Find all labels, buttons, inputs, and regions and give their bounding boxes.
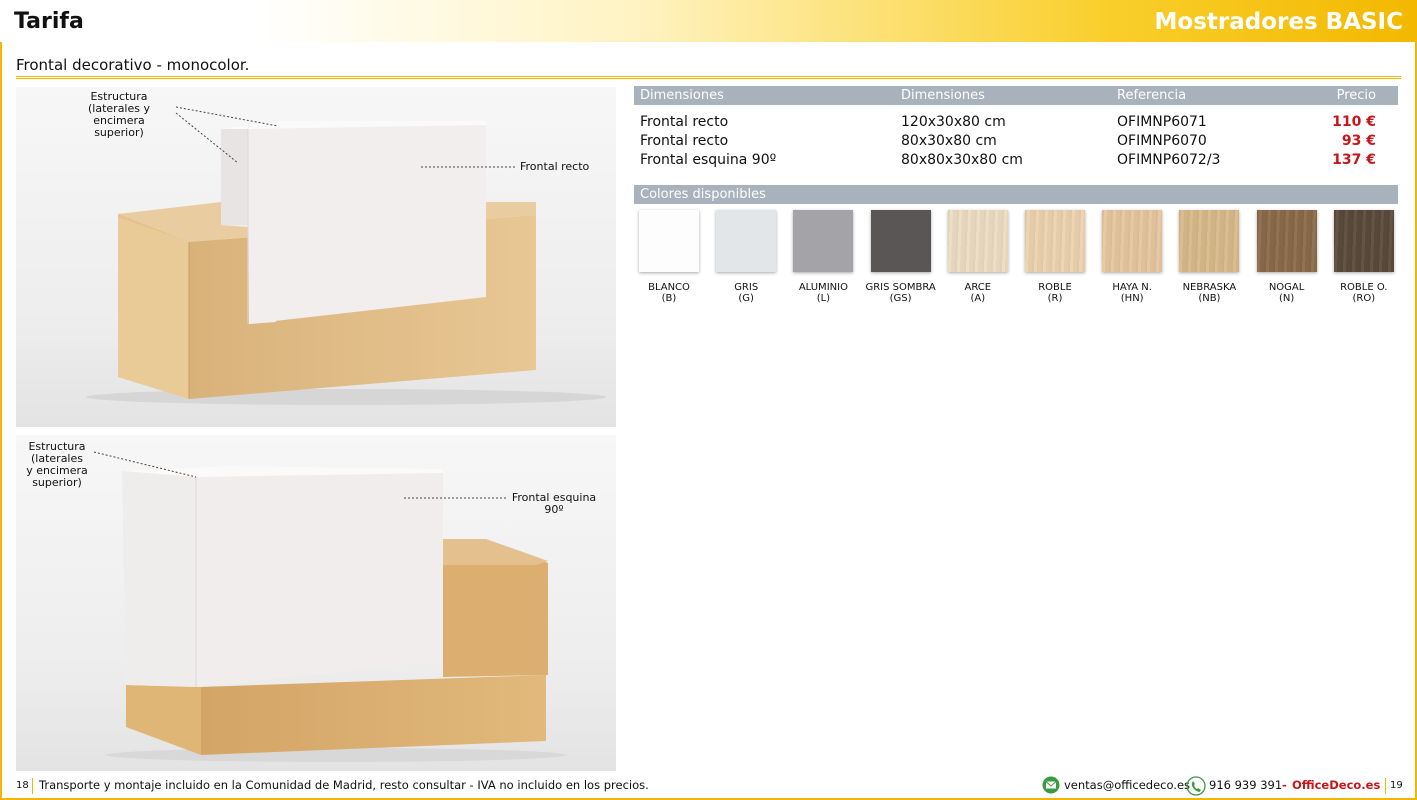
color-label: ARCE (A) [938, 282, 1018, 304]
column-header: Referencia [1117, 88, 1187, 103]
callout-line: 90º [544, 503, 564, 516]
phone-number[interactable]: 916 939 391 [1209, 778, 1282, 792]
product-photo-corner: Estructura (laterales y encimera superio… [16, 435, 616, 771]
table-row: Frontal esquina 90º 80x80x30x80 cm OFIMN… [634, 151, 1398, 170]
row-dimensions: 80x80x30x80 cm [901, 152, 1023, 168]
color-code: (HN) [1120, 293, 1144, 304]
color-label: GRIS (G) [706, 282, 786, 304]
row-price: 137 € [1332, 152, 1376, 168]
color-label: NEBRASKA (NB) [1169, 282, 1249, 304]
table-row: Frontal recto 80x30x80 cm OFIMNP6070 93 … [634, 132, 1398, 151]
row-reference: OFIMNP6070 [1117, 133, 1207, 149]
color-code: (NB) [1198, 293, 1221, 304]
column-header: Dimensiones [901, 88, 985, 103]
color-name: NEBRASKA [1182, 282, 1237, 293]
page-title: Tarifa [14, 9, 84, 34]
color-swatch [1333, 210, 1394, 272]
footer-dash: - [1282, 778, 1287, 792]
color-name: ALUMINIO [798, 282, 848, 293]
color-name: GRIS [734, 282, 759, 293]
color-label: ALUMINIO (L) [783, 282, 863, 304]
row-name: Frontal recto [640, 114, 729, 130]
footer-divider [1385, 778, 1386, 794]
colors-title: Colores disponibles [634, 185, 1398, 204]
row-reference: OFIMNP6072/3 [1117, 152, 1221, 168]
email-link[interactable]: ventas@officedeco.es [1064, 778, 1190, 792]
color-name: ROBLE O. [1340, 282, 1388, 293]
subtitle-divider [16, 76, 1401, 79]
color-name: ARCE [964, 282, 992, 293]
footer: 18 Transporte y montaje incluido en la C… [0, 774, 1417, 800]
color-label: BLANCO (B) [629, 282, 709, 304]
subtitle: Frontal decorativo - monocolor. [16, 56, 250, 74]
color-code: (GS) [889, 293, 912, 304]
color-code: (G) [738, 293, 754, 304]
header-bar: Tarifa Mostradores BASIC [0, 0, 1417, 42]
footer-note: Transporte y montaje incluido en la Comu… [39, 778, 649, 792]
color-label: HAYA N. (HN) [1092, 282, 1172, 304]
color-swatch [1025, 210, 1085, 272]
color-swatch [1256, 210, 1317, 272]
color-swatch [716, 210, 777, 272]
color-label: GRIS SOMBRA (GS) [861, 282, 941, 304]
color-label: ROBLE (R) [1015, 282, 1095, 304]
callout-leaders [93, 451, 508, 499]
column-header: Precio [1336, 88, 1376, 103]
color-swatch [947, 210, 1008, 272]
color-code: (L) [816, 293, 831, 304]
email-icon [1042, 776, 1060, 794]
brand-link[interactable]: OfficeDeco.es [1292, 778, 1380, 792]
row-dimensions: 80x30x80 cm [901, 133, 997, 149]
color-name: NOGAL [1268, 282, 1305, 293]
color-code: (A) [970, 293, 986, 304]
phone-icon [1186, 776, 1206, 796]
product-photo-straight: Estructura (laterales y encimera superio… [16, 87, 616, 427]
table-row: Frontal recto 120x30x80 cm OFIMNP6071 11… [634, 113, 1398, 132]
column-header: Dimensiones [640, 88, 724, 103]
row-price: 110 € [1332, 114, 1376, 130]
page-number-right: 19 [1390, 780, 1403, 791]
row-name: Frontal esquina 90º [640, 152, 777, 168]
callout-front: Frontal recto [520, 160, 590, 173]
color-swatch [870, 210, 931, 272]
row-reference: OFIMNP6071 [1117, 114, 1207, 130]
color-name: ROBLE [1038, 282, 1072, 293]
color-code: (RO) [1352, 293, 1376, 304]
row-dimensions: 120x30x80 cm [901, 114, 1006, 130]
color-swatch [1179, 210, 1240, 272]
color-name: BLANCO [648, 282, 690, 293]
color-label: NOGAL (N) [1247, 282, 1327, 304]
table-header: Dimensiones Dimensiones Referencia Preci… [634, 86, 1398, 105]
color-label: ROBLE O. (RO) [1324, 282, 1404, 304]
price-table: Dimensiones Dimensiones Referencia Preci… [634, 86, 1398, 170]
section-title: Mostradores BASIC [1154, 9, 1403, 35]
page-number-left: 18 [16, 780, 29, 791]
color-swatch [1102, 210, 1163, 272]
footer-divider [32, 778, 33, 794]
color-name: GRIS SOMBRA [865, 282, 936, 293]
color-name: HAYA N. [1112, 282, 1152, 293]
callout-leaders [175, 106, 516, 168]
color-code: (N) [1278, 293, 1295, 304]
callout-front: Frontal esquina 90º [510, 492, 598, 516]
row-name: Frontal recto [640, 133, 729, 149]
color-code: (B) [661, 293, 677, 304]
row-price: 93 € [1341, 133, 1376, 149]
color-code: (R) [1047, 293, 1063, 304]
color-swatch [793, 210, 854, 272]
color-swatch [639, 210, 699, 272]
